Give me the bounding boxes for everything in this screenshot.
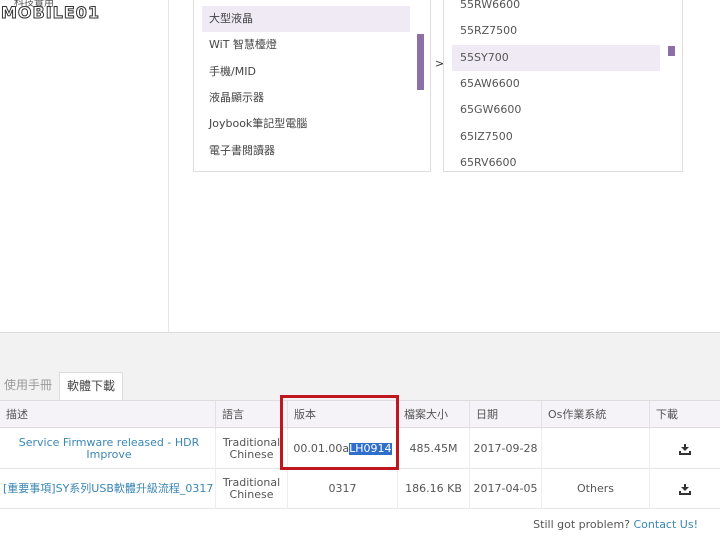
model-item[interactable]: 55RW6600 [452,0,660,18]
row-download[interactable] [649,429,720,469]
logo-brand: MOBILE01 [0,3,101,23]
left-divider [168,0,169,332]
help-question: Still got problem? [533,518,630,531]
row-date: 2017-04-05 [469,469,541,509]
model-list[interactable]: 55RW6600 55RZ7500 55SY700 65AW6600 65GW6… [443,0,683,172]
model-item[interactable]: 65IZ7500 [452,124,660,150]
header-description: 描述 [6,408,28,421]
header-date: 日期 [469,401,541,429]
row-download[interactable] [649,469,720,509]
category-item-wit-lamp[interactable]: WiT 智慧檯燈 [202,32,410,58]
tab-software-download[interactable]: 軟體下載 [59,372,123,400]
help-footer: Still got problem? Contact Us! [533,518,698,531]
download-icon[interactable] [679,483,691,495]
model-item[interactable]: 65RV6600 [452,150,660,171]
table-row: [重要事項]SY系列USB軟體升級流程_0317 Traditional Chi… [0,469,720,509]
download-icon[interactable] [679,443,691,455]
row-language: Traditional Chinese [215,429,287,469]
category-item-ereader[interactable]: 電子書閱讀器 [202,138,410,164]
header-language: 語言 [215,401,287,429]
row-version: 0317 [287,469,397,509]
tab-user-manual[interactable]: 使用手冊 [0,372,56,400]
row-file-size: 485.45M [397,429,469,469]
row-description-link[interactable]: [重要事項]SY系列USB軟體升級流程_0317 [0,469,215,509]
model-scrollbar[interactable] [668,46,675,56]
row-os [541,429,649,469]
model-item[interactable]: 55RZ7500 [452,18,660,44]
model-item-selected[interactable]: 55SY700 [452,45,660,71]
row-description-link[interactable]: Service Firmware released - HDR Improve [0,429,215,469]
model-item[interactable]: 65AW6600 [452,71,660,97]
category-item-joybook[interactable]: Joybook筆記型電腦 [202,111,410,137]
row-date: 2017-09-28 [469,429,541,469]
row-file-size: 186.16 KB [397,469,469,509]
row-language-line2: Chinese [229,448,274,461]
model-item[interactable]: 65GW6600 [452,97,660,123]
contact-us-link[interactable]: Contact Us! [634,518,699,531]
category-item-large-lcd[interactable]: 大型液晶 [202,6,410,32]
version-highlight-box [280,395,399,470]
header-file-size: 檔案大小 [397,401,469,429]
header-os: Os作業系統 [541,401,649,429]
category-item-phone-mid[interactable]: 手機/MID [202,59,410,85]
header-download: 下載 [649,401,720,429]
mobile01-logo[interactable]: 科技實用 MOBILE01 [0,0,130,24]
category-list[interactable]: 大型液晶 WiT 智慧檯燈 手機/MID 液晶顯示器 Joybook筆記型電腦 … [193,0,431,172]
category-scrollbar[interactable] [417,34,424,90]
row-language-line2: Chinese [229,488,274,501]
category-item-lcd-monitor[interactable]: 液晶顯示器 [202,85,410,111]
row-language: Traditional Chinese [215,469,287,509]
row-os: Others [541,469,649,509]
